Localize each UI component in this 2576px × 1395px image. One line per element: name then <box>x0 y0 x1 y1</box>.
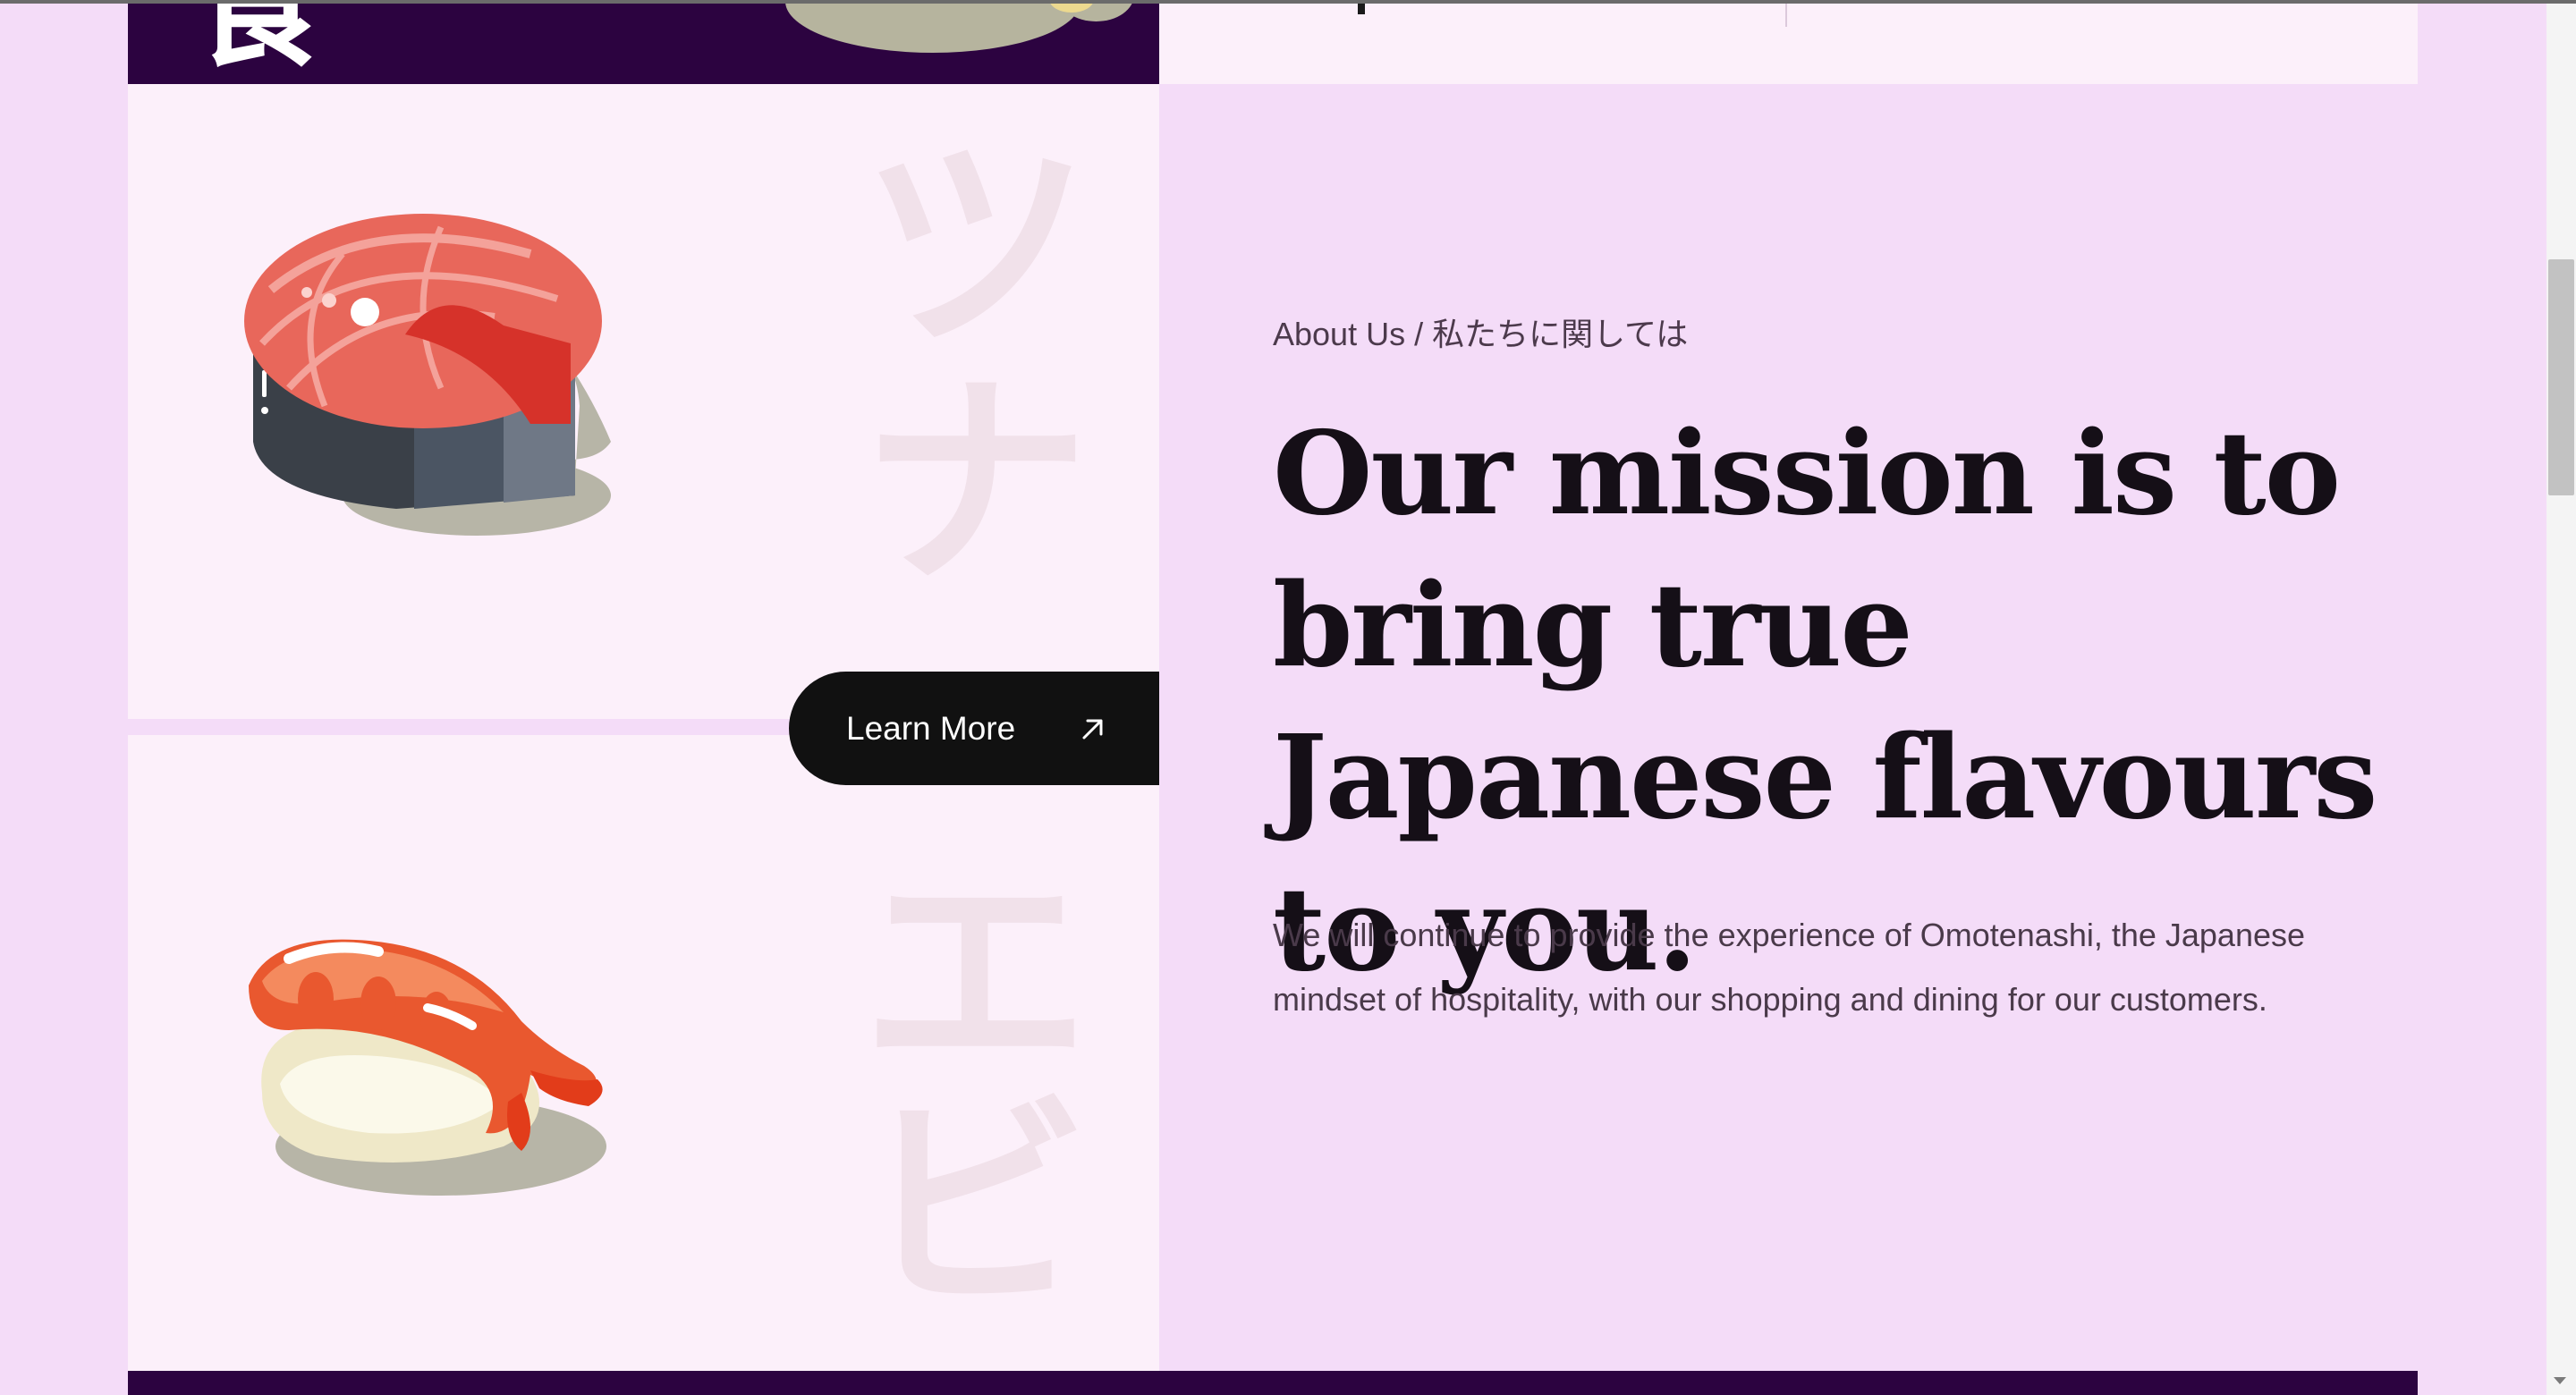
tuna-kanji-1: ツ <box>861 114 1090 380</box>
shrimp-nigiri-illustration <box>249 939 606 1196</box>
learn-more-button[interactable]: Learn More <box>789 672 1159 785</box>
previous-section-banner: 食 <box>128 4 1159 84</box>
previous-section-divider <box>1785 4 1787 27</box>
scrollbar-thumb[interactable] <box>2548 259 2574 495</box>
about-body: We will continue to provide the experien… <box>1273 917 2306 1018</box>
previous-section-glyph: 食 <box>191 4 326 84</box>
tuna-kanji-2: ナ <box>861 351 1090 617</box>
learn-more-label: Learn More <box>846 709 1016 747</box>
chevron-down-icon[interactable] <box>2552 1375 2568 1386</box>
shrimp-kanji-2: ビ <box>861 1074 1090 1340</box>
arrow-up-right-icon <box>1082 719 1103 740</box>
previous-section-panel <box>1159 4 2418 84</box>
shrimp-kanji-1: エ <box>861 841 1090 1107</box>
tuna-panel: ツ ナ <box>128 84 1159 719</box>
tuna-illustration <box>244 214 611 536</box>
previous-section-food-illustration <box>785 4 1080 53</box>
panel-divider <box>128 719 790 735</box>
next-section-banner <box>128 1371 2418 1395</box>
shrimp-panel: エ ビ <box>128 735 1159 1371</box>
about-eyebrow: About Us / 私たちに関しては <box>1273 316 1689 352</box>
scrollbar-track[interactable] <box>2546 4 2576 1395</box>
previous-section-text-fragment <box>1358 4 1365 14</box>
